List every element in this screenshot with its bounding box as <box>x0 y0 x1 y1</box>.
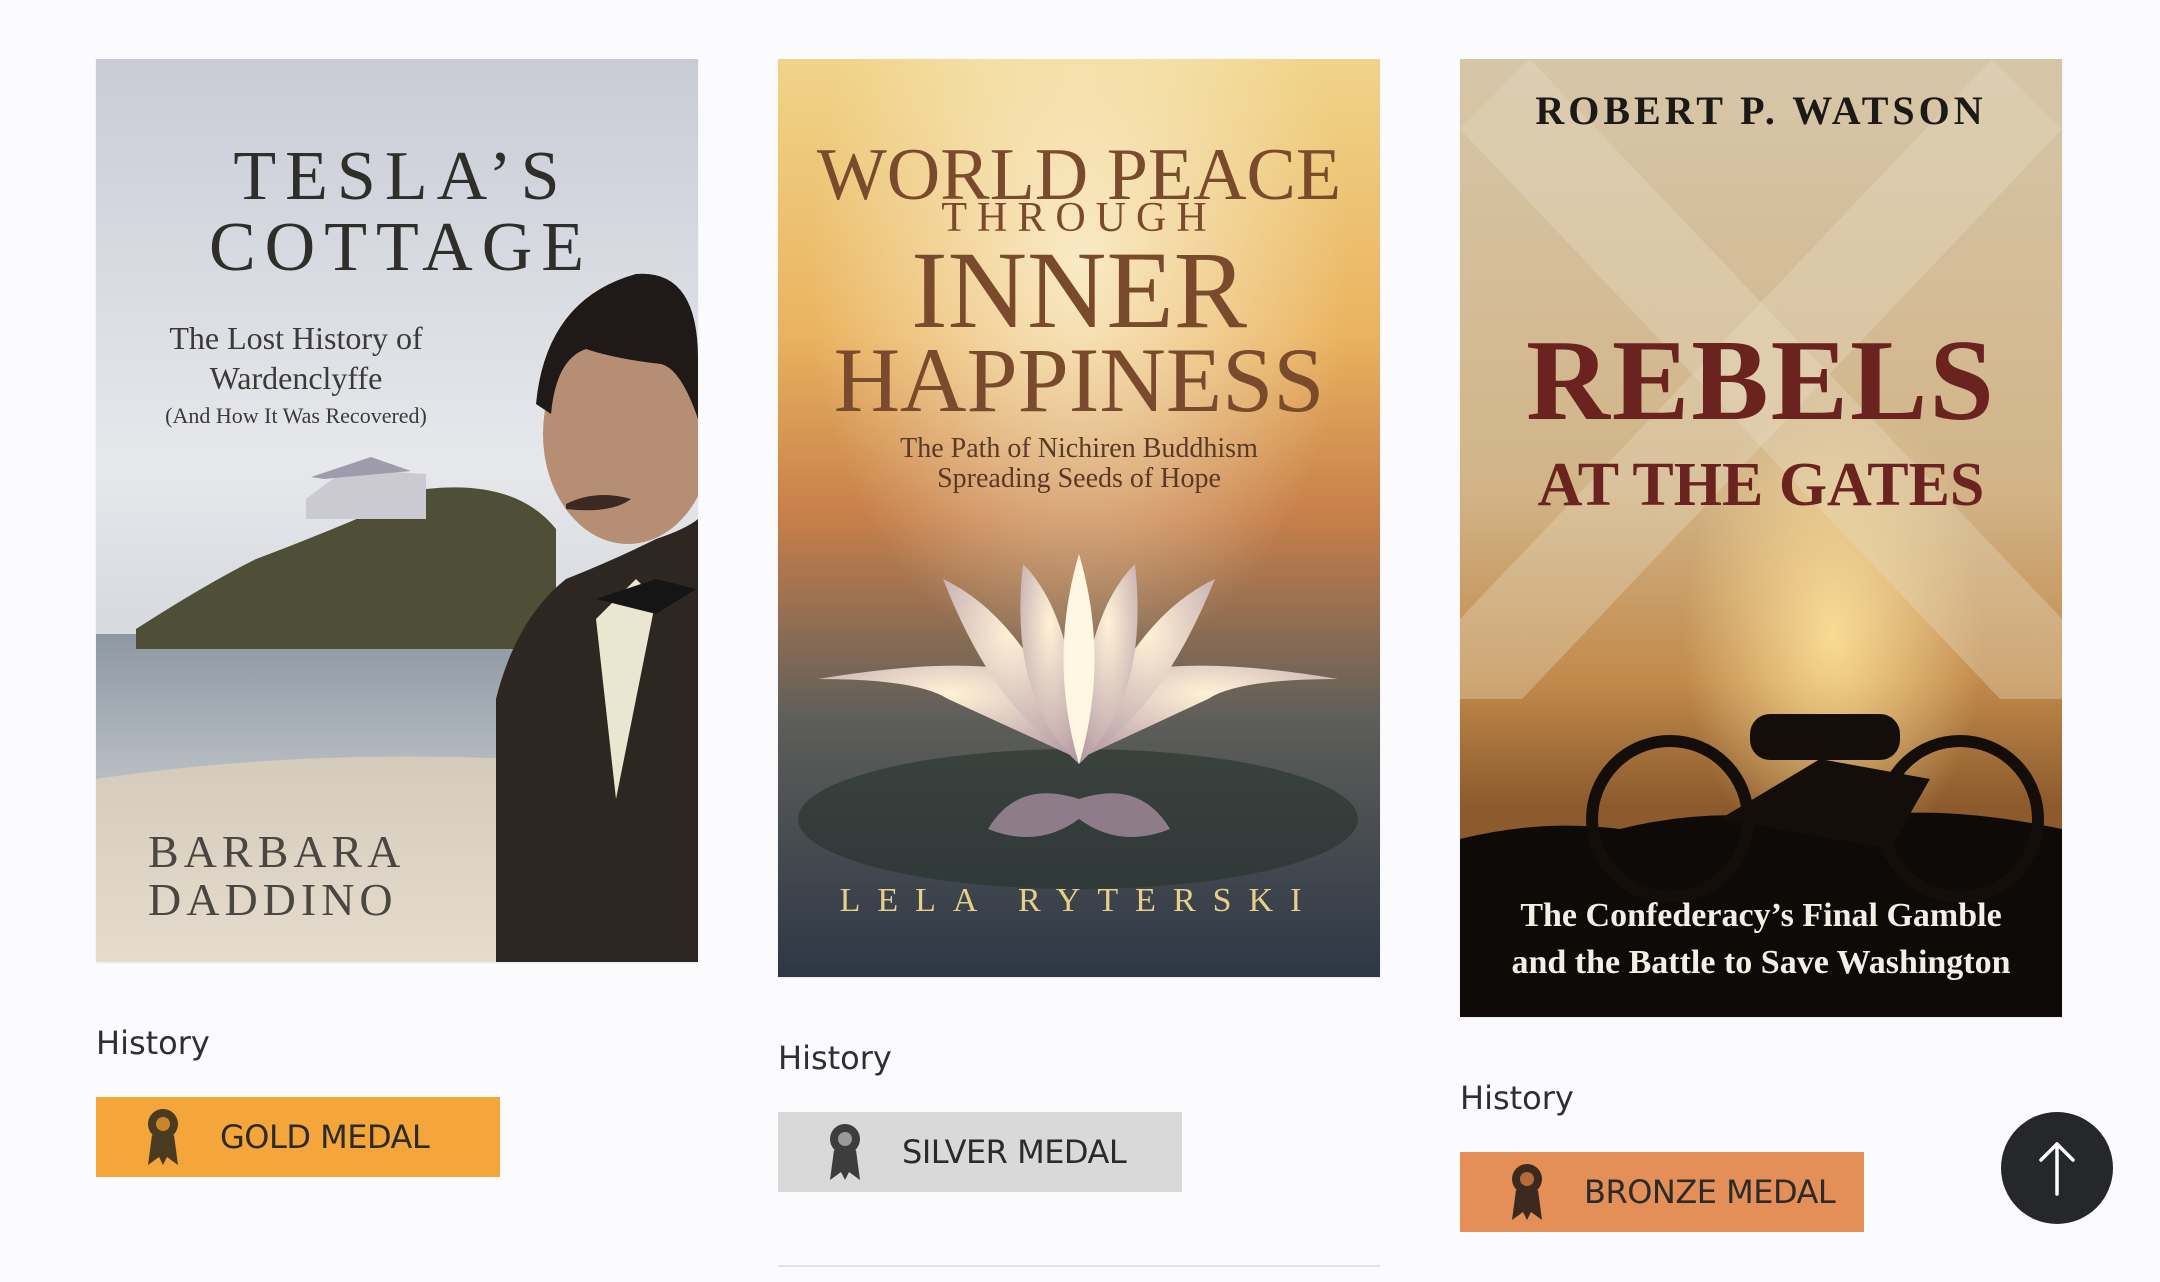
gold-medal-badge: GOLD MEDAL <box>96 1097 500 1177</box>
cover-subtitle-line: Wardenclyffe <box>210 360 383 396</box>
award-ribbon-icon <box>824 1122 866 1182</box>
cover-title-line: TESLA’S <box>233 138 568 215</box>
cover-title-line: HAPPINESS <box>834 329 1325 431</box>
cover-author-line: BARBARA <box>148 826 405 877</box>
scroll-to-top-button[interactable] <box>2001 1112 2113 1224</box>
cover-author-line: DADDINO <box>148 874 398 925</box>
cover-subtitle-line: The Confederacy’s Final Gamble <box>1520 897 2001 934</box>
bronze-medal-badge: BRONZE MEDAL <box>1460 1152 1864 1232</box>
book-category: History <box>1460 1079 1574 1117</box>
cover-title-line: REBELS <box>1526 317 1996 445</box>
arrow-up-icon <box>2039 1142 2075 1196</box>
cover-subtitle-line: Spreading Seeds of Hope <box>937 463 1221 494</box>
cover-subtitle-line: The Lost History of <box>169 320 423 356</box>
medal-label: SILVER MEDAL <box>902 1133 1127 1171</box>
medal-label: GOLD MEDAL <box>220 1118 430 1156</box>
cover-author: ROBERT P. WATSON <box>1535 88 1986 133</box>
book-cover[interactable]: TESLA’S COTTAGE The Lost History of Ward… <box>96 59 698 962</box>
book-category: History <box>96 1024 210 1062</box>
award-ribbon-icon <box>142 1107 184 1167</box>
cover-subtitle-line: (And How It Was Recovered) <box>165 403 427 428</box>
book-cover[interactable]: WORLD PEACE THROUGH INNER HAPPINESS The … <box>778 59 1380 977</box>
book-cover[interactable]: ROBERT P. WATSON REBELS AT THE GATES The… <box>1460 59 2062 1017</box>
cover-subtitle-line: and the Battle to Save Washington <box>1511 944 2010 981</box>
medal-label: BRONZE MEDAL <box>1584 1173 1836 1211</box>
award-ribbon-icon <box>1506 1162 1548 1222</box>
cover-subtitle-line: The Path of Nichiren Buddhism <box>900 433 1258 464</box>
cover-title-line: AT THE GATES <box>1538 451 1985 519</box>
cover-title-line: COTTAGE <box>209 209 593 286</box>
cover-author: LELA RYTERSKI <box>840 882 1319 919</box>
book-category: History <box>778 1039 892 1077</box>
section-divider <box>778 1265 1380 1267</box>
silver-medal-badge: SILVER MEDAL <box>778 1112 1182 1192</box>
